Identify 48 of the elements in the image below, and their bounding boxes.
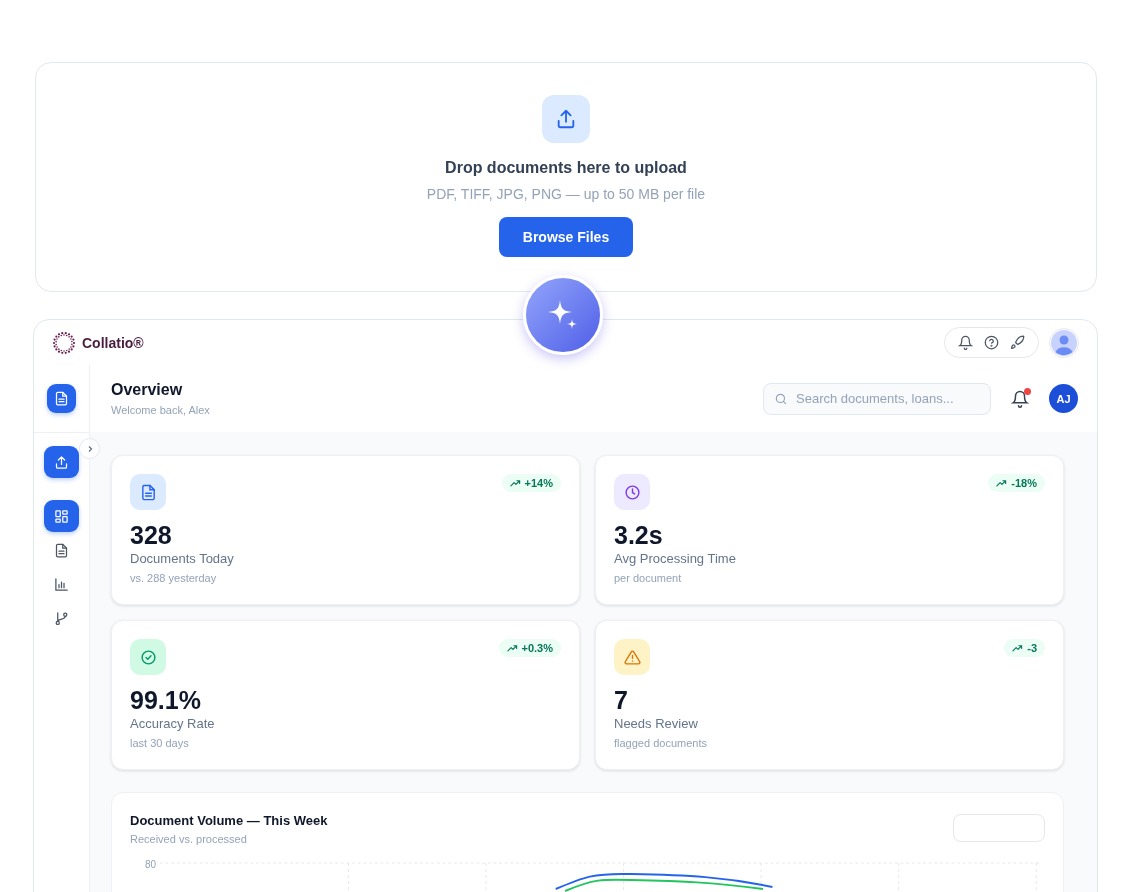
documents-app-icon[interactable] [47, 384, 76, 413]
branch-icon [54, 610, 69, 626]
help-icon[interactable] [984, 335, 999, 350]
sparkle-icon [523, 275, 603, 355]
trend-badge: -3 [1004, 639, 1045, 657]
stat-note: vs. 288 yesterday [130, 572, 218, 584]
stat-value: 99.1% [130, 686, 202, 714]
stat-value: 328 [130, 521, 173, 549]
stat-note: last 30 days [130, 737, 190, 749]
brand-name: Collatio® [82, 334, 144, 351]
trend-badge: +0.3% [498, 639, 561, 657]
stat-note: per document [614, 572, 683, 584]
stat-label: Accuracy Rate [130, 716, 216, 731]
bell-icon[interactable] [958, 335, 973, 350]
notification-bell-icon[interactable] [1011, 389, 1029, 408]
clock-icon [614, 474, 650, 510]
bar-chart-icon [54, 576, 69, 592]
upload-icon [542, 95, 590, 143]
search-field[interactable]: Search documents, loans... [763, 382, 991, 415]
user-avatar[interactable] [1049, 327, 1079, 358]
stat-note: flagged documents [614, 737, 708, 749]
upload-hint: PDF, TIFF, JPG, PNG — up to 50 MB per file [426, 186, 706, 202]
upload-icon [54, 454, 69, 470]
upload-dropzone[interactable]: Drop documents here to upload PDF, TIFF, JPG, PNG — up to 50 MB per file Browse Files [35, 62, 1097, 292]
stat-value: 3.2s [614, 521, 664, 549]
trend-badge: -18% [988, 474, 1045, 492]
stat-label: Needs Review [614, 716, 699, 731]
stat-label: Avg Processing Time [614, 551, 737, 566]
document-icon [130, 474, 166, 510]
logo-icon [52, 330, 76, 355]
stat-label: Documents Today [130, 551, 235, 566]
stat-value: 7 [614, 686, 629, 714]
user-initials-avatar[interactable]: AJ [1049, 384, 1078, 413]
browse-files-button[interactable]: Browse Files [499, 217, 633, 257]
upload-title: Drop documents here to upload [445, 159, 687, 177]
page-title: Overview [111, 381, 184, 399]
upload-button[interactable] [44, 446, 79, 478]
document-icon [54, 542, 69, 558]
check-icon [130, 639, 166, 675]
trend-badge: +14% [501, 474, 561, 492]
dashboard-icon [54, 508, 69, 524]
warning-icon [614, 639, 650, 675]
chart-subtitle: Received vs. processed [130, 833, 248, 845]
search-icon [774, 391, 788, 406]
welcome-text: Welcome back, Alex [111, 404, 210, 416]
y-axis-label: 80 [143, 859, 156, 870]
nav-item[interactable] [44, 500, 79, 532]
chart-title: Document Volume — This Week [130, 813, 328, 828]
